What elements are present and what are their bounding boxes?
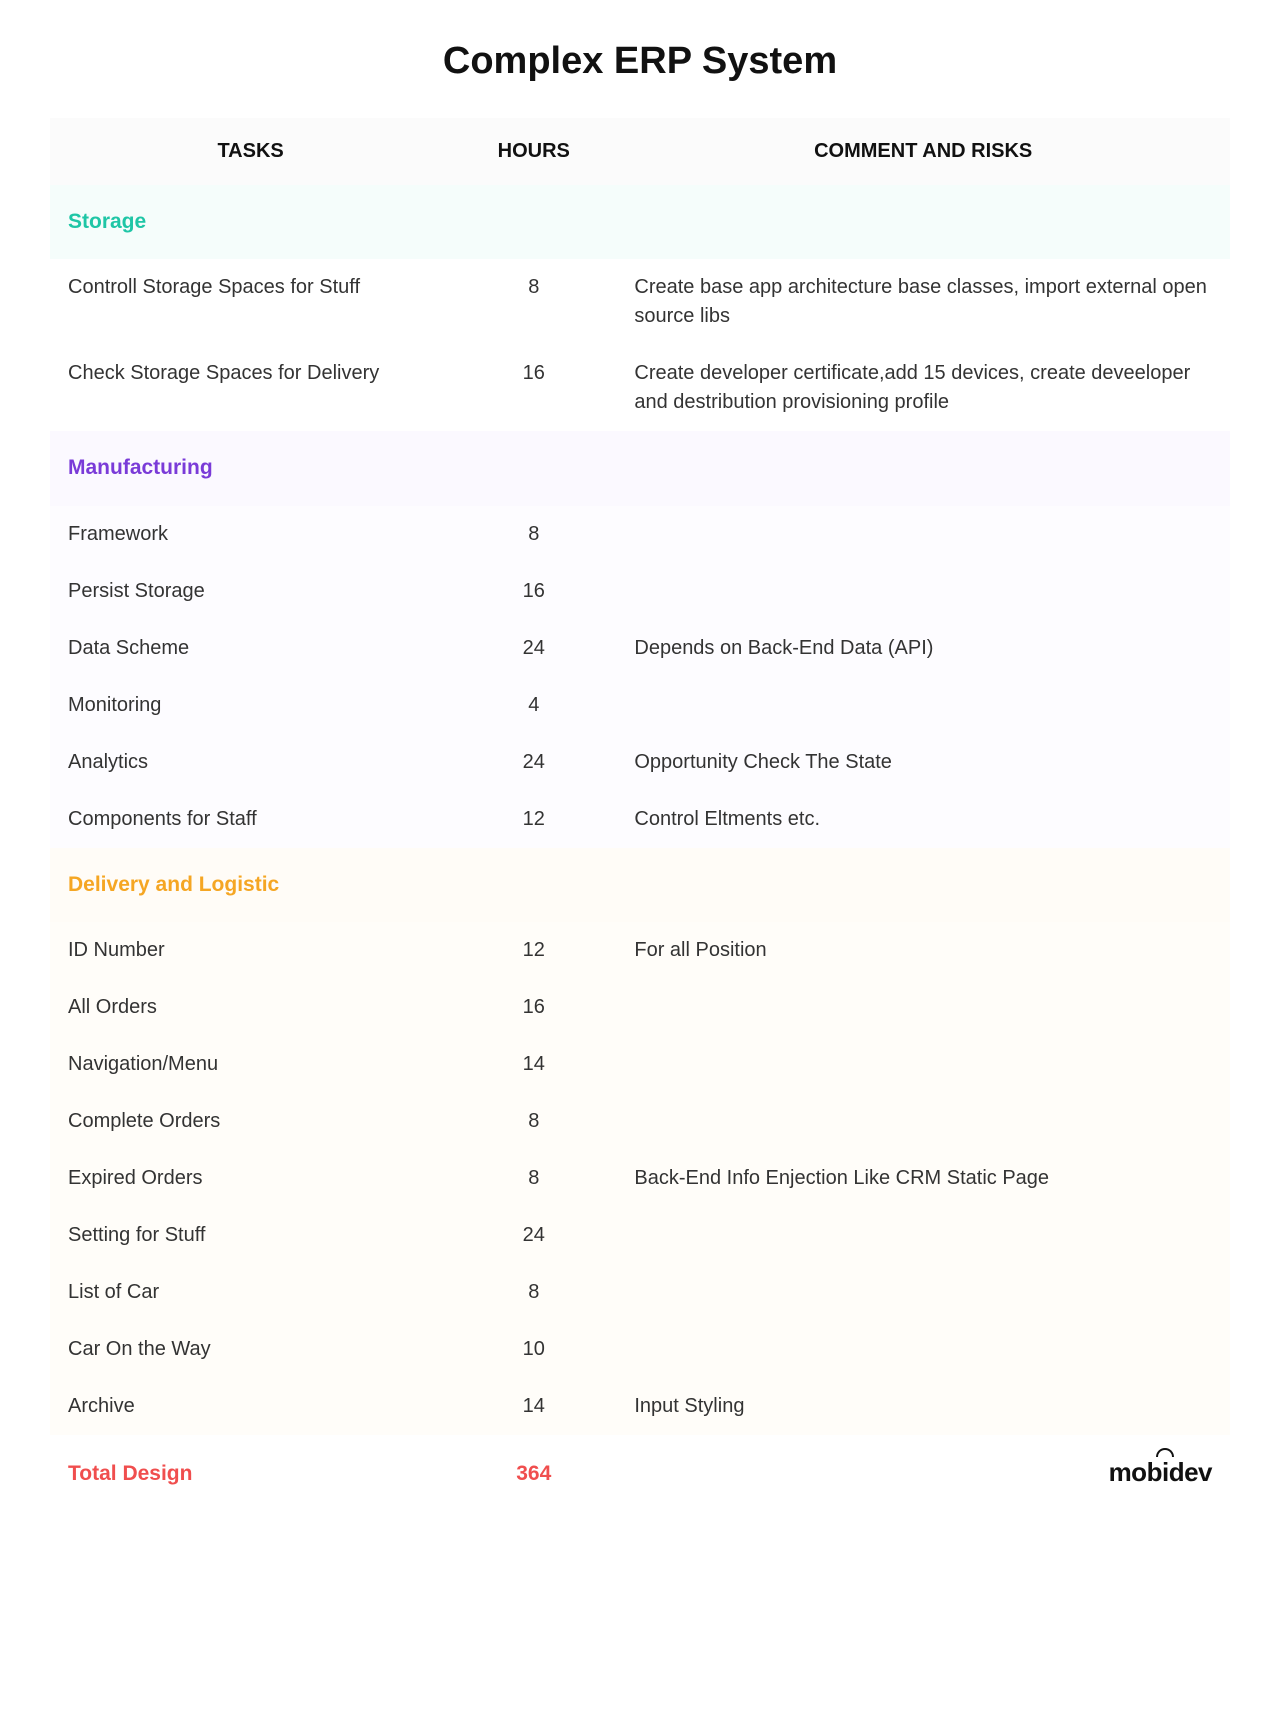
- comment-cell: For all Position: [616, 922, 1230, 979]
- col-header-comment: Comment and Risks: [616, 118, 1230, 185]
- table-header-row: Tasks Hours Comment and Risks: [50, 118, 1230, 185]
- col-header-tasks: Tasks: [50, 118, 451, 185]
- hours-cell: 10: [451, 1321, 616, 1378]
- hours-cell: 8: [451, 259, 616, 345]
- task-cell: Monitoring: [50, 677, 451, 734]
- task-cell: Persist Storage: [50, 563, 451, 620]
- hours-cell: 14: [451, 1378, 616, 1435]
- table-row: Controll Storage Spaces for Stuff8Create…: [50, 259, 1230, 345]
- hours-cell: 12: [451, 791, 616, 848]
- task-cell: Car On the Way: [50, 1321, 451, 1378]
- comment-cell: [616, 979, 1230, 1036]
- col-header-hours: Hours: [451, 118, 616, 185]
- task-cell: Controll Storage Spaces for Stuff: [50, 259, 451, 345]
- task-cell: List of Car: [50, 1264, 451, 1321]
- hours-cell: 24: [451, 1207, 616, 1264]
- comment-cell: Opportunity Check The State: [616, 734, 1230, 791]
- table-row: Monitoring4: [50, 677, 1230, 734]
- hours-cell: 4: [451, 677, 616, 734]
- table-row: Car On the Way10: [50, 1321, 1230, 1378]
- task-cell: ID Number: [50, 922, 451, 979]
- comment-cell: [616, 1264, 1230, 1321]
- table-row: Components for Staff12Control Eltments e…: [50, 791, 1230, 848]
- hours-cell: 14: [451, 1036, 616, 1093]
- comment-cell: [616, 506, 1230, 563]
- table-row: Complete Orders8: [50, 1093, 1230, 1150]
- table-row: Framework8: [50, 506, 1230, 563]
- comment-cell: [616, 677, 1230, 734]
- table-row: Archive14Input Styling: [50, 1378, 1230, 1435]
- total-hours: 364: [451, 1435, 616, 1495]
- task-cell: Analytics: [50, 734, 451, 791]
- comment-cell: Back-End Info Enjection Like CRM Static …: [616, 1150, 1230, 1207]
- hours-cell: 16: [451, 563, 616, 620]
- table-row: Setting for Stuff24: [50, 1207, 1230, 1264]
- task-cell: All Orders: [50, 979, 451, 1036]
- hours-cell: 24: [451, 734, 616, 791]
- table-row: Expired Orders8Back-End Info Enjection L…: [50, 1150, 1230, 1207]
- hours-cell: 8: [451, 1150, 616, 1207]
- comment-cell: Depends on Back-End Data (API): [616, 620, 1230, 677]
- task-cell: Complete Orders: [50, 1093, 451, 1150]
- section-header-storage: Storage: [50, 185, 1230, 259]
- table-row: ID Number12For all Position: [50, 922, 1230, 979]
- table-row: Analytics24Opportunity Check The State: [50, 734, 1230, 791]
- comment-cell: [616, 1321, 1230, 1378]
- section-label: Storage: [50, 185, 451, 259]
- total-row: Total Design364 mobidev: [50, 1435, 1230, 1495]
- section-label: Delivery and Logistic: [50, 848, 451, 922]
- mobidev-logo: mobidev: [1109, 1454, 1212, 1492]
- table-row: Persist Storage16: [50, 563, 1230, 620]
- comment-cell: [616, 563, 1230, 620]
- task-cell: Check Storage Spaces for Delivery: [50, 345, 451, 431]
- hours-cell: 8: [451, 506, 616, 563]
- comment-cell: Create developer certificate,add 15 devi…: [616, 345, 1230, 431]
- task-cell: Data Scheme: [50, 620, 451, 677]
- task-cell: Components for Staff: [50, 791, 451, 848]
- section-label: Manufacturing: [50, 431, 451, 505]
- comment-cell: [616, 1093, 1230, 1150]
- total-label: Total Design: [50, 1435, 451, 1495]
- hours-cell: 8: [451, 1264, 616, 1321]
- task-cell: Setting for Stuff: [50, 1207, 451, 1264]
- table-row: All Orders16: [50, 979, 1230, 1036]
- table-row: Navigation/Menu14: [50, 1036, 1230, 1093]
- comment-cell: [616, 1207, 1230, 1264]
- hours-cell: 12: [451, 922, 616, 979]
- table-row: Data Scheme24Depends on Back-End Data (A…: [50, 620, 1230, 677]
- comment-cell: Create base app architecture base classe…: [616, 259, 1230, 345]
- task-cell: Archive: [50, 1378, 451, 1435]
- task-cell: Navigation/Menu: [50, 1036, 451, 1093]
- hours-cell: 8: [451, 1093, 616, 1150]
- section-header-delivery: Delivery and Logistic: [50, 848, 1230, 922]
- page-title: Complex ERP System: [50, 40, 1230, 83]
- table-row: List of Car8: [50, 1264, 1230, 1321]
- comment-cell: Input Styling: [616, 1378, 1230, 1435]
- hours-cell: 16: [451, 345, 616, 431]
- section-header-manufacturing: Manufacturing: [50, 431, 1230, 505]
- task-cell: Expired Orders: [50, 1150, 451, 1207]
- table-row: Check Storage Spaces for Delivery16Creat…: [50, 345, 1230, 431]
- hours-cell: 16: [451, 979, 616, 1036]
- estimate-table: Tasks Hours Comment and Risks StorageCon…: [50, 118, 1230, 1496]
- task-cell: Framework: [50, 506, 451, 563]
- hours-cell: 24: [451, 620, 616, 677]
- comment-cell: [616, 1036, 1230, 1093]
- comment-cell: Control Eltments etc.: [616, 791, 1230, 848]
